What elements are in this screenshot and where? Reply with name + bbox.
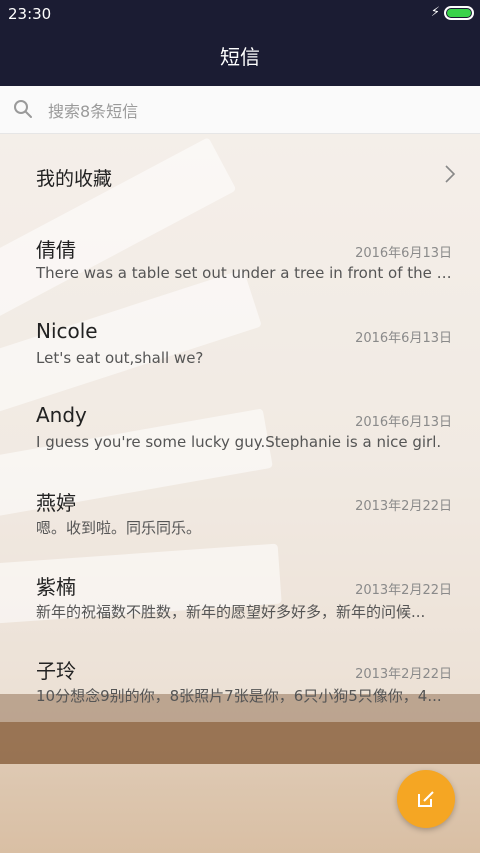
chevron-right-icon (445, 165, 456, 183)
charging-icon: ⚡ (430, 5, 440, 20)
compose-button[interactable] (397, 770, 455, 828)
contact-name: 倩倩 (36, 238, 76, 262)
message-date: 2016年6月13日 (355, 246, 452, 261)
list-item[interactable]: 倩倩 2016年6月13日 There was a table set out … (0, 234, 480, 318)
search-icon (14, 100, 32, 118)
contact-name: Andy (36, 403, 87, 427)
contact-name: 子玲 (36, 659, 76, 683)
message-preview: I guess you're some lucky guy.Stephanie … (36, 433, 442, 451)
battery-icon (444, 6, 474, 20)
message-date: 2016年6月13日 (355, 415, 452, 430)
message-preview: 嗯。收到啦。同乐同乐。 (36, 519, 202, 537)
contact-name: 紫楠 (36, 575, 76, 599)
search-bar[interactable] (0, 86, 480, 134)
status-time: 23:30 (8, 5, 52, 23)
compose-icon (418, 791, 434, 807)
list-item[interactable]: 紫楠 2013年2月22日 新年的祝福数不胜数，新年的愿望好多好多，新年的问候.… (0, 571, 480, 655)
page-title: 短信 (0, 28, 480, 86)
conversation-list: 我的收藏 倩倩 2016年6月13日 There was a table set… (0, 134, 480, 722)
message-date: 2013年2月22日 (355, 667, 452, 682)
message-preview: 10分想念9别的你，8张照片7张是你，6只小狗5只像你，4... (36, 687, 442, 705)
message-date: 2013年2月22日 (355, 583, 452, 598)
favorites-row[interactable]: 我的收藏 (0, 134, 480, 218)
message-preview: There was a table set out under a tree i… (36, 264, 452, 282)
list-item[interactable]: Andy 2016年6月13日 I guess you're some luck… (0, 403, 480, 487)
list-item[interactable]: 子玲 2013年2月22日 10分想念9别的你，8张照片7张是你，6只小狗5只像… (0, 655, 480, 739)
search-input[interactable] (46, 96, 450, 126)
list-item[interactable]: 燕婷 2013年2月22日 嗯。收到啦。同乐同乐。 (0, 487, 480, 571)
status-bar: 23:30 ⚡ (0, 0, 480, 28)
message-date: 2013年2月22日 (355, 499, 452, 514)
message-preview: 新年的祝福数不胜数，新年的愿望好多好多，新年的问候... (36, 603, 426, 621)
message-preview: Let's eat out,shall we? (36, 349, 204, 367)
list-item[interactable]: Nicole 2016年6月13日 Let's eat out,shall we… (0, 319, 480, 403)
favorites-label: 我的收藏 (36, 168, 113, 190)
contact-name: 燕婷 (36, 491, 76, 515)
contact-name: Nicole (36, 319, 98, 343)
message-date: 2016年6月13日 (355, 331, 452, 346)
